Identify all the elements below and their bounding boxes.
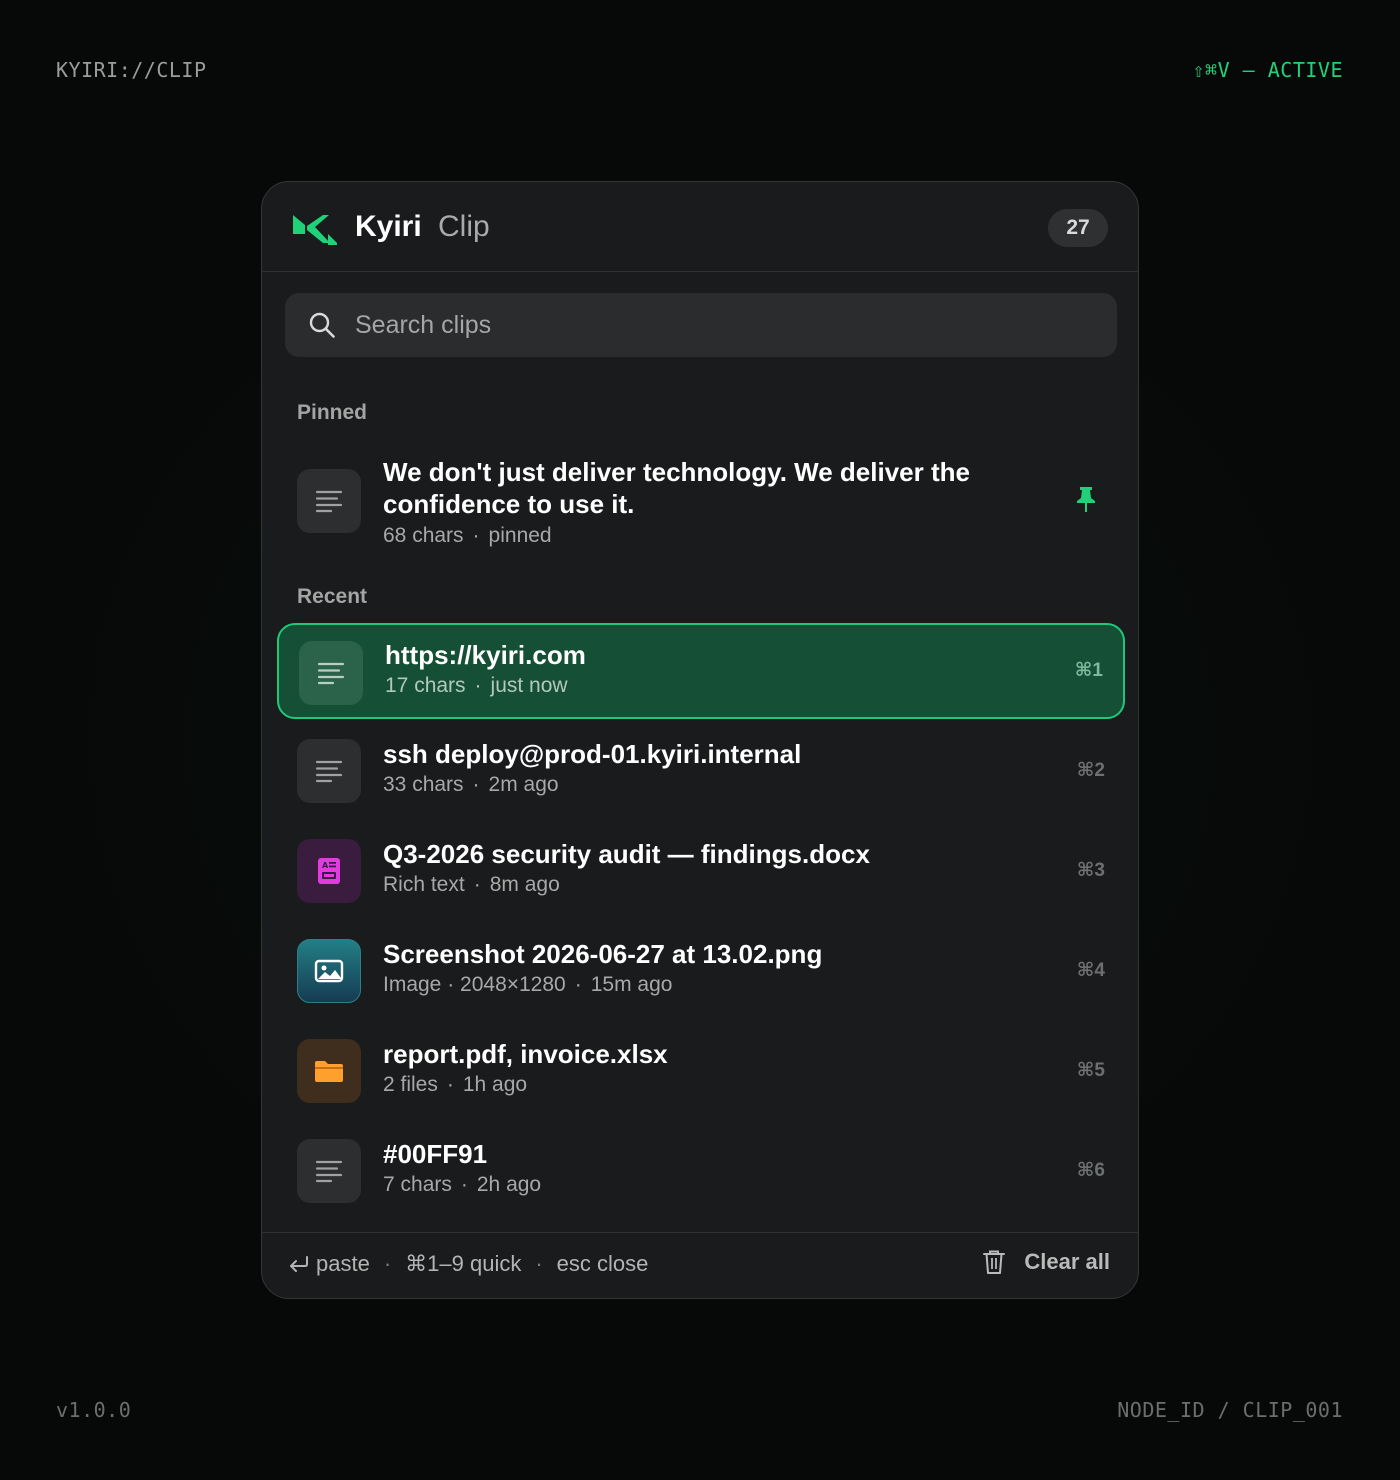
folder-icon (297, 1039, 361, 1103)
clip-meta-time: 15m ago (590, 973, 673, 996)
brand-name: Kyiri (355, 210, 422, 243)
section-label-pinned: Pinned (297, 401, 368, 424)
clip-title: report.pdf, invoice.xlsx (383, 1039, 668, 1069)
clip-meta-time: just now (490, 674, 568, 697)
shortcut-hint: ⌘3 (1076, 860, 1105, 881)
search-bar[interactable] (285, 293, 1117, 357)
meta-separator: · (460, 1173, 468, 1196)
text-lines-icon (297, 739, 361, 803)
clip-meta-status: pinned (488, 524, 552, 547)
keyboard-hints: paste · ⌘1–9 quick · esc close (288, 1251, 648, 1277)
clip-meta: 68 chars · pinned (383, 524, 552, 548)
clip-meta-time: 2m ago (488, 773, 559, 796)
clip-count-badge: 27 (1048, 209, 1108, 247)
hint-separator: · (535, 1251, 543, 1276)
pinned-clip-item[interactable]: We don't just deliver technology. We del… (277, 444, 1125, 556)
clip-meta-time: 1h ago (462, 1073, 528, 1096)
clip-item-2[interactable]: ssh deploy@prod-01.kyiri.internal 33 cha… (277, 723, 1125, 819)
clip-title: Q3-2026 security audit — findings.docx (383, 839, 870, 869)
clear-all-button[interactable]: Clear all (982, 1249, 1110, 1275)
corner-label-app: KYIRI://CLIP (56, 58, 207, 82)
search-icon (309, 312, 335, 338)
meta-separator: · (472, 773, 480, 796)
clip-meta: 33 chars · 2m ago (383, 773, 559, 797)
clipboard-panel: Kyiri Clip 27 Pinned We don't just deliv… (261, 181, 1139, 1299)
hint-separator: · (383, 1251, 392, 1276)
clip-meta: 7 chars · 2h ago (383, 1173, 541, 1197)
clip-meta: Image · 2048×1280 · 15m ago (383, 973, 672, 997)
shortcut-hint: ⌘5 (1076, 1060, 1105, 1081)
clip-title: #00FF91 (383, 1139, 488, 1169)
clip-meta-time: 8m ago (489, 873, 560, 896)
clip-meta-size: 68 chars (383, 524, 464, 547)
clip-title: ssh deploy@prod-01.kyiri.internal (383, 739, 802, 769)
product-name: Clip (438, 210, 490, 243)
hint-quick: ⌘1–9 quick (405, 1251, 522, 1276)
svg-text:A: A (322, 861, 329, 870)
meta-separator: · (574, 973, 582, 996)
meta-separator: · (446, 1073, 454, 1096)
clip-meta: Rich text · 8m ago (383, 873, 560, 897)
return-key-icon (290, 1256, 308, 1272)
hint-close: esc close (556, 1251, 649, 1276)
search-input[interactable] (355, 293, 1095, 357)
hint-paste: paste (316, 1251, 370, 1276)
clip-meta-size: 33 chars (383, 773, 464, 796)
clip-meta-type: Rich text (383, 873, 465, 896)
meta-separator: · (472, 524, 480, 547)
clip-meta-time: 2h ago (476, 1173, 542, 1196)
image-icon (297, 939, 361, 1003)
pin-icon[interactable] (1075, 485, 1097, 513)
clip-item-1[interactable]: https://kyiri.com 17 chars · just now ⌘1 (277, 623, 1125, 719)
panel-header: Kyiri Clip 27 (262, 182, 1138, 272)
clip-title: Screenshot 2026-06-27 at 13.02.png (383, 939, 823, 969)
shortcut-hint: ⌘4 (1076, 960, 1105, 981)
kyiri-logo-icon (293, 215, 337, 245)
clip-meta-size: 7 chars (383, 1173, 452, 1196)
clip-item-4[interactable]: Screenshot 2026-06-27 at 13.02.png Image… (277, 923, 1125, 1019)
shortcut-hint: ⌘1 (1074, 660, 1103, 681)
rich-text-icon: A (297, 839, 361, 903)
corner-label-version: v1.0.0 (56, 1398, 132, 1422)
clip-meta-size: 17 chars (385, 674, 466, 697)
shortcut-hint: ⌘2 (1076, 760, 1105, 781)
corner-label-node: NODE_ID / CLIP_001 (1117, 1398, 1343, 1422)
section-label-recent: Recent (297, 585, 368, 608)
clip-item-5[interactable]: report.pdf, invoice.xlsx 2 files · 1h ago … (277, 1023, 1125, 1119)
clip-title: We don't just deliver technology. We del… (383, 457, 970, 519)
clip-item-3[interactable]: A Q3-2026 security audit — findings.docx… (277, 823, 1125, 919)
meta-separator: · (474, 674, 482, 697)
clip-title: https://kyiri.com (385, 640, 586, 670)
shortcut-hint: ⌘6 (1076, 1160, 1105, 1181)
clip-item-6[interactable]: #00FF91 7 chars · 2h ago ⌘6 (277, 1123, 1125, 1219)
clip-meta: 17 chars · just now (385, 674, 568, 698)
meta-separator: · (473, 873, 481, 896)
text-lines-icon (297, 469, 361, 533)
panel-footer: paste · ⌘1–9 quick · esc close Clear all (262, 1232, 1138, 1298)
clip-meta: 2 files · 1h ago (383, 1073, 527, 1097)
clip-meta-count: 2 files (383, 1073, 438, 1096)
clip-meta-type: Image · 2048×1280 (383, 973, 566, 996)
corner-label-status: ⇧⌘V — ACTIVE (1192, 58, 1343, 82)
text-lines-icon (297, 1139, 361, 1203)
text-lines-icon (299, 641, 363, 705)
clear-all-label: Clear all (1024, 1249, 1110, 1274)
trash-icon (983, 1250, 1006, 1274)
